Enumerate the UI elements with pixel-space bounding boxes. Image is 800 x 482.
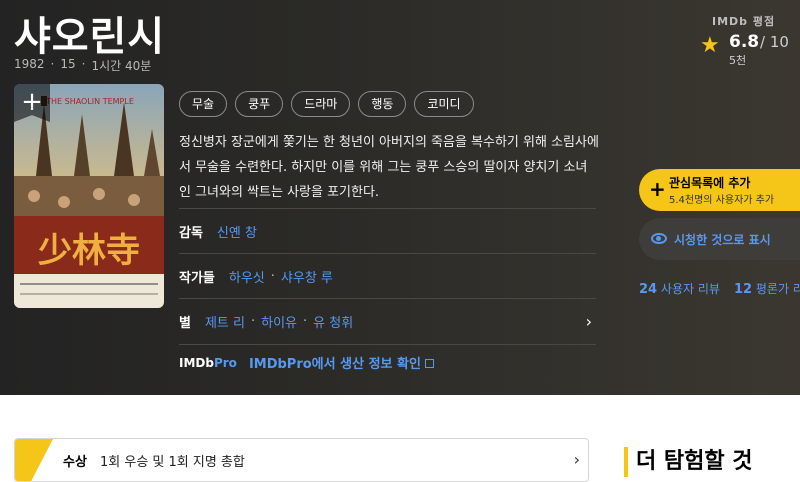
writer-link[interactable]: 하우싯 bbox=[229, 267, 265, 286]
poster-artwork: THE SHAOLIN TEMPLE 少林寺 bbox=[14, 84, 164, 308]
title-meta: 1982 · 15 · 1시간 40분 bbox=[14, 57, 152, 74]
imdbpro-row: IMDbPro IMDbPro에서 생산 정보 확인 bbox=[179, 344, 596, 380]
credit-row-director: 감독 신옌 창 bbox=[179, 208, 596, 253]
imdb-rating-label: IMDb 평점 bbox=[712, 15, 776, 28]
awards-banner[interactable]: 수상 1회 우승 및 1회 지명 총합 › bbox=[14, 438, 589, 482]
add-to-watchlist-button[interactable]: + 관심목록에 추가 5.4천명의 사용자가 추가 bbox=[639, 169, 800, 211]
poster-title-en: THE SHAOLIN TEMPLE bbox=[45, 97, 134, 106]
genre-chip[interactable]: 쿵푸 bbox=[235, 91, 284, 117]
writer-link[interactable]: 샤우창 루 bbox=[281, 267, 333, 286]
watchlist-label: 관심목록에 추가 bbox=[669, 176, 751, 190]
age-rating[interactable]: 15 bbox=[60, 57, 75, 74]
external-link-icon bbox=[424, 359, 434, 368]
plot-summary: 정신병자 장군에게 쫓기는 한 청년이 아버지의 죽음을 복수하기 위해 소림사… bbox=[179, 135, 599, 200]
release-year[interactable]: 1982 bbox=[14, 57, 45, 74]
writers-label[interactable]: 작가들 bbox=[179, 267, 215, 286]
plus-icon: + bbox=[649, 177, 666, 201]
genre-chip[interactable]: 무술 bbox=[179, 91, 228, 117]
rating-score[interactable]: 6.8 bbox=[729, 32, 759, 52]
imdbpro-logo[interactable]: IMDbPro bbox=[179, 356, 237, 370]
mark-as-watched-button[interactable]: 시청한 것으로 표시 bbox=[639, 218, 800, 260]
rating-count: 5천 bbox=[729, 54, 747, 67]
star-link[interactable]: 제트 리 bbox=[205, 312, 245, 331]
genre-chip[interactable]: 드라마 bbox=[291, 91, 351, 117]
credit-row-writers: 작가들 하우싯 · 샤우창 루 bbox=[179, 253, 596, 298]
awards-label: 수상 bbox=[63, 455, 87, 470]
eye-icon bbox=[651, 233, 667, 244]
user-reviews-link[interactable]: 24 사용자 리뷰 bbox=[639, 280, 720, 297]
director-link[interactable]: 신옌 창 bbox=[217, 222, 257, 241]
poster-image[interactable]: THE SHAOLIN TEMPLE 少林寺 + bbox=[14, 84, 164, 308]
watched-label: 시청한 것으로 표시 bbox=[674, 233, 771, 247]
genre-chip[interactable]: 코미디 bbox=[414, 91, 474, 117]
chevron-right-icon[interactable]: › bbox=[586, 312, 592, 331]
star-link[interactable]: 하이유 bbox=[261, 312, 297, 331]
runtime: 1시간 40분 bbox=[91, 59, 152, 73]
explore-more-heading: 더 탐험할 것 bbox=[624, 447, 753, 477]
star-icon[interactable]: ★ bbox=[700, 35, 720, 57]
director-label[interactable]: 감독 bbox=[179, 222, 203, 241]
awards-summary: 1회 우승 및 1회 지명 총합 bbox=[100, 455, 245, 470]
poster-title-cn: 少林寺 bbox=[38, 231, 140, 271]
chevron-right-icon: › bbox=[573, 450, 580, 469]
awards-accent bbox=[15, 439, 53, 481]
stars-label[interactable]: 별 bbox=[179, 312, 191, 331]
credit-row-stars[interactable]: 별 제트 리 · 하이유 · 유 청휘 › bbox=[179, 298, 596, 343]
review-links: 24 사용자 리뷰 12 평론가 리 bbox=[639, 280, 800, 297]
imdbpro-link[interactable]: IMDbPro에서 생산 정보 확인 bbox=[249, 353, 421, 372]
critic-reviews-link[interactable]: 12 평론가 리 bbox=[734, 280, 800, 297]
genre-chips: 무술 쿵푸 드라마 행동 코미디 bbox=[179, 91, 474, 117]
star-link[interactable]: 유 청휘 bbox=[313, 312, 353, 331]
page-title: 샤오린시 bbox=[14, 14, 166, 60]
below-hero-section: 수상 1회 우승 및 1회 지명 총합 › 더 탐험할 것 bbox=[0, 395, 800, 482]
title-hero: 샤오린시 1982 · 15 · 1시간 40분 IMDb 평점 ★ 6.8 /… bbox=[0, 0, 800, 395]
genre-chip[interactable]: 행동 bbox=[358, 91, 407, 117]
rating-max: / 10 bbox=[760, 33, 789, 51]
watchlist-count: 5.4천명의 사용자가 추가 bbox=[669, 195, 775, 206]
